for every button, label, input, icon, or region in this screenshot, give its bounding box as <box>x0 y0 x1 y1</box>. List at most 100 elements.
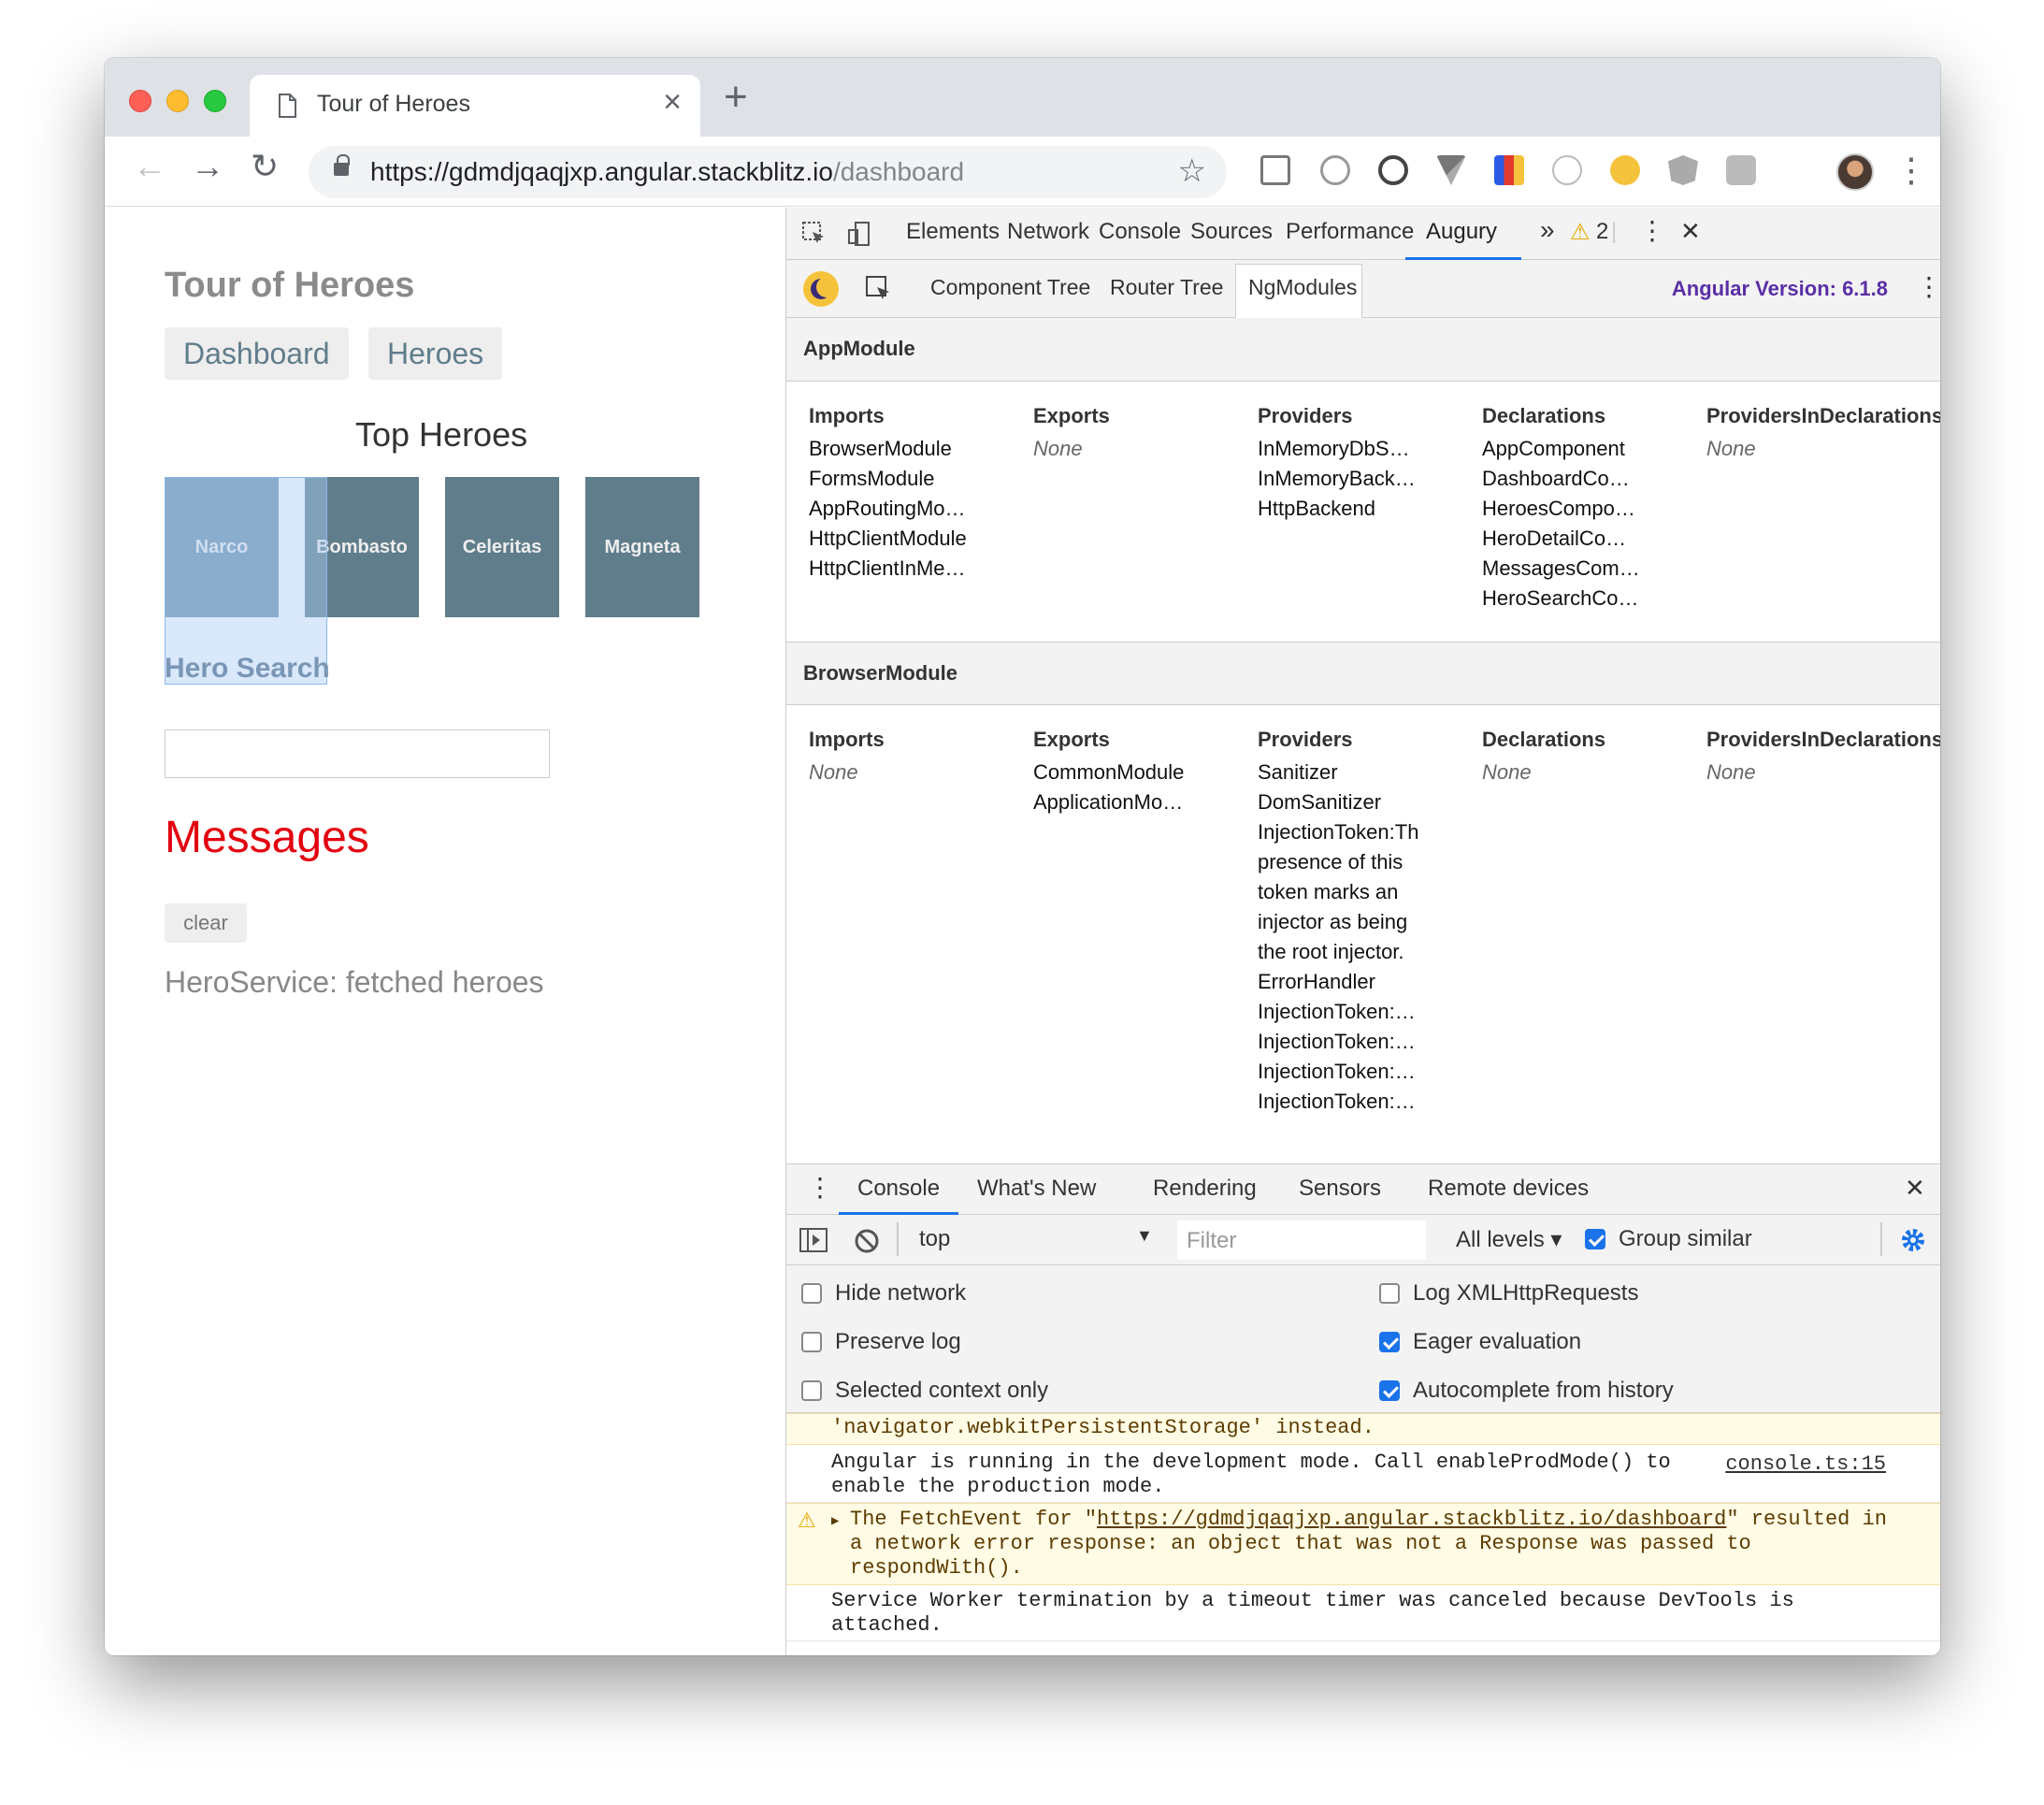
augury-tab-ngmodules[interactable]: NgModules <box>1248 275 1357 300</box>
new-tab-button[interactable]: + <box>724 77 748 118</box>
tab-network[interactable]: Network <box>1007 219 1089 245</box>
augury-tab-router-tree[interactable]: Router Tree <box>1110 275 1223 300</box>
drawer-tab-console[interactable]: Console <box>857 1176 940 1202</box>
console-prompt-icon[interactable]: › <box>801 1647 809 1655</box>
messages-heading: Messages <box>165 813 369 862</box>
hero-search-heading: Hero Search <box>165 653 330 684</box>
drawer-tab-rendering[interactable]: Rendering <box>1153 1176 1257 1202</box>
augury-logo-icon <box>803 271 839 307</box>
drawer-tab-remote-devices[interactable]: Remote devices <box>1428 1176 1589 1202</box>
log-levels-select[interactable]: All levels ▾ <box>1456 1226 1562 1253</box>
inspect-element-icon[interactable] <box>801 221 828 247</box>
devtools-menu-icon[interactable]: ⋮ <box>1639 215 1665 246</box>
app-page: Tour of Heroes Dashboard Heroes Top Hero… <box>105 208 785 1655</box>
profile-avatar[interactable] <box>1836 153 1874 191</box>
console-source-link[interactable]: console.ts:15 <box>1725 1452 1886 1477</box>
devtools-close-icon[interactable]: ✕ <box>1680 217 1701 246</box>
preserve-log-checkbox[interactable]: Preserve log <box>801 1329 961 1355</box>
tab-console[interactable]: Console <box>1099 219 1181 245</box>
drawer-menu-icon[interactable]: ⋮ <box>807 1172 833 1203</box>
clear-console-icon[interactable] <box>854 1228 880 1254</box>
expand-triangle-icon[interactable]: ▶ <box>831 1509 839 1534</box>
context-chevron-down-icon[interactable]: ▼ <box>1136 1226 1153 1246</box>
lock-icon <box>334 154 350 176</box>
tab-augury[interactable]: Augury <box>1426 219 1497 245</box>
back-button[interactable]: ← <box>133 150 166 183</box>
console-settings-gear-icon[interactable] <box>1899 1226 1927 1254</box>
console-warning-message: ⚠ ▶ The FetchEvent for "https://gdmdjqaq… <box>786 1503 1940 1585</box>
appmodule-declarations-column: Declarations AppComponent DashboardCompo… <box>1482 404 1643 610</box>
eager-evaluation-checkbox[interactable]: Eager evaluation <box>1379 1329 1581 1355</box>
clear-messages-button[interactable]: clear <box>165 903 247 943</box>
tab-manager-extension-icon[interactable] <box>1260 155 1290 185</box>
appmodule-imports-column: Imports BrowserModule FormsModule AppRou… <box>809 404 970 580</box>
browser-window: Tour of Heroes × + ← → ↻ https://gdmdjqa… <box>105 58 1940 1655</box>
browser-menu-icon[interactable]: ⋮ <box>1894 153 1928 187</box>
reload-button[interactable]: ↻ <box>251 150 279 183</box>
appmodule-exports-column: Exports None <box>1033 404 1110 460</box>
augury-extension-icon[interactable] <box>1610 155 1640 185</box>
info-extension-icon[interactable] <box>1320 155 1350 185</box>
divider <box>1880 1222 1882 1256</box>
select-component-icon[interactable] <box>865 275 893 303</box>
app-title: Tour of Heroes <box>165 266 415 305</box>
show-sidebar-icon[interactable] <box>799 1228 828 1252</box>
drawer-tab-whats-new[interactable]: What's New <box>977 1176 1096 1202</box>
drawer-tab-sensors[interactable]: Sensors <box>1299 1176 1381 1202</box>
nav-heroes-link[interactable]: Heroes <box>368 327 503 380</box>
devtools-panel: Elements Network Console Sources Perform… <box>785 208 1940 1655</box>
top-heroes-heading: Top Heroes <box>355 415 528 454</box>
augury-menu-icon[interactable]: ⋮ <box>1916 271 1940 302</box>
warning-icon[interactable]: ⚠ <box>1570 219 1591 246</box>
tab-sources[interactable]: Sources <box>1190 219 1273 245</box>
react-extension-icon[interactable] <box>1552 155 1582 185</box>
selected-context-checkbox[interactable]: Selected context only <box>801 1378 1048 1404</box>
address-bar[interactable]: https://gdmdjqaqjxp.angular.stackblitz.i… <box>309 146 1227 198</box>
w-extension-icon[interactable] <box>1726 155 1756 185</box>
warning-count[interactable]: 2 <box>1596 219 1608 245</box>
tab-elements[interactable]: Elements <box>906 219 1000 245</box>
tab-performance[interactable]: Performance <box>1286 219 1414 245</box>
tab-close-icon[interactable]: × <box>663 86 682 118</box>
close-window-button[interactable] <box>129 90 151 112</box>
bookmark-star-icon[interactable]: ☆ <box>1178 155 1206 187</box>
tab-title: Tour of Heroes <box>317 91 470 117</box>
more-tabs-icon[interactable]: » <box>1540 215 1555 245</box>
url-text[interactable]: https://gdmdjqaqjxp.angular.stackblitz.i… <box>370 157 964 187</box>
console-drawer: ⋮ Console What's New Rendering Sensors R… <box>786 1163 1940 1655</box>
log-xhr-checkbox[interactable]: Log XMLHttpRequests <box>1379 1280 1638 1307</box>
sync-extension-icon[interactable] <box>1378 155 1408 185</box>
browser-tab[interactable]: Tour of Heroes × <box>250 75 700 137</box>
group-similar-checkbox[interactable]: Group similar <box>1585 1226 1752 1252</box>
drawer-close-icon[interactable]: ✕ <box>1905 1174 1925 1203</box>
appmodule-providers-in-declarations-column: ProvidersInDeclarations None <box>1706 404 1940 460</box>
console-filter-input[interactable]: Filter <box>1177 1220 1426 1260</box>
browsermodule-body: Imports None Exports CommonModule Applic… <box>786 705 1940 1163</box>
module-header-browsermodule: BrowserModule <box>786 642 1940 705</box>
lighthouse-extension-icon[interactable] <box>1494 155 1524 185</box>
forward-button[interactable]: → <box>191 150 224 183</box>
context-select[interactable]: top <box>919 1226 950 1252</box>
nav-dashboard-link[interactable]: Dashboard <box>165 327 349 380</box>
console-message: Angular is running in the development mo… <box>786 1445 1940 1503</box>
vue-extension-icon[interactable] <box>1436 155 1466 185</box>
message-line: HeroService: fetched heroes <box>165 965 544 999</box>
browsermodule-providers-in-declarations-column: ProvidersInDeclarations None <box>1706 728 1940 784</box>
hero-card[interactable]: Magneta <box>585 477 699 617</box>
divider: | <box>1611 219 1618 244</box>
device-toolbar-icon[interactable] <box>846 221 872 247</box>
angular-extension-icon[interactable] <box>1668 155 1698 185</box>
maximize-window-button[interactable] <box>204 90 226 112</box>
browsermodule-exports-column: Exports CommonModule ApplicationModule <box>1033 728 1194 814</box>
appmodule-providers-column: Providers InMemoryDbService InMemoryBack… <box>1258 404 1418 520</box>
hero-card[interactable]: Celeritas <box>445 477 559 617</box>
module-name: BrowserModule <box>803 661 958 685</box>
drawer-tabbar: ⋮ Console What's New Rendering Sensors R… <box>786 1164 1940 1215</box>
augury-tab-component-tree[interactable]: Component Tree <box>930 275 1090 300</box>
hide-network-checkbox[interactable]: Hide network <box>801 1280 966 1307</box>
hero-search-input[interactable] <box>165 729 550 778</box>
minimize-window-button[interactable] <box>166 90 189 112</box>
autocomplete-history-checkbox[interactable]: Autocomplete from history <box>1379 1378 1674 1404</box>
module-header-appmodule: AppModule <box>786 318 1940 382</box>
fetch-url-link[interactable]: https://gdmdjqaqjxp.angular.stackblitz.i… <box>1097 1508 1726 1531</box>
